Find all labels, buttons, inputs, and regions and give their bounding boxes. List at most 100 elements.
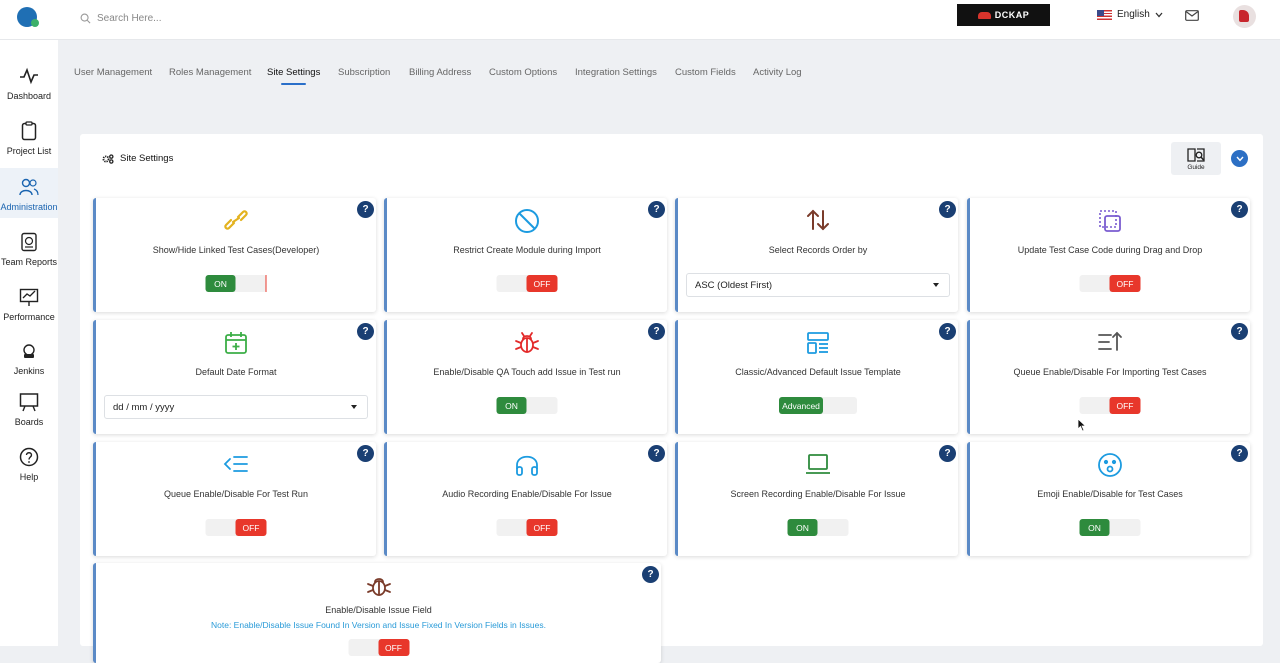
bug-outline-icon bbox=[366, 578, 391, 596]
guide-button[interactable]: Guide bbox=[1171, 142, 1221, 175]
tab-site-settings[interactable]: Site Settings bbox=[267, 67, 320, 85]
setting-toggle[interactable]: Advanced bbox=[779, 397, 857, 414]
setting-card-screen-recording: ? Screen Recording Enable/Disable For Is… bbox=[675, 442, 958, 556]
setting-toggle[interactable]: ON bbox=[787, 519, 849, 536]
setting-label: Restrict Create Module during Import bbox=[453, 245, 601, 255]
top-bar: Search Here... DCKAP English bbox=[0, 0, 1280, 40]
toggle-off-label: OFF bbox=[235, 519, 267, 536]
sidebar-item-label: Administration bbox=[0, 202, 58, 212]
setting-label: Default Date Format bbox=[195, 367, 277, 377]
toggle-on-label: ON bbox=[496, 397, 527, 414]
setting-label: Show/Hide Linked Test Cases(Developer) bbox=[152, 245, 320, 255]
mail-icon[interactable] bbox=[1185, 10, 1199, 21]
setting-card-audio-recording: ? Audio Recording Enable/Disable For Iss… bbox=[384, 442, 667, 556]
setting-toggle[interactable]: OFF bbox=[1079, 275, 1141, 292]
setting-card-restrict-module: ? Restrict Create Module during Import O… bbox=[384, 198, 667, 312]
toggle-on-label: ON bbox=[205, 275, 236, 292]
setting-label: Audio Recording Enable/Disable For Issue bbox=[442, 489, 612, 499]
tab-integration-settings[interactable]: Integration Settings bbox=[575, 67, 657, 78]
setting-toggle[interactable]: OFF bbox=[348, 639, 409, 656]
setting-card-update-code-drag: ? Update Test Case Code during Drag and … bbox=[967, 198, 1250, 312]
caret-down-icon bbox=[351, 405, 357, 409]
sidebar-item-team-reports[interactable]: Team Reports bbox=[0, 231, 58, 279]
language-selector[interactable]: English bbox=[1097, 9, 1163, 20]
toggle-off-label: OFF bbox=[1109, 397, 1141, 414]
chevron-down-icon bbox=[1155, 12, 1163, 17]
help-icon bbox=[19, 447, 39, 467]
bug-icon bbox=[515, 332, 539, 353]
toggle-on-label: ON bbox=[787, 519, 818, 536]
search-icon bbox=[80, 13, 91, 23]
toggle-on-label: Advanced bbox=[779, 397, 823, 414]
chevron-down-icon bbox=[1235, 156, 1244, 161]
app-logo[interactable] bbox=[17, 7, 39, 27]
sidebar-item-label: Project List bbox=[6, 146, 52, 156]
caret-down-icon bbox=[933, 283, 939, 287]
avatar[interactable] bbox=[1233, 5, 1256, 28]
toggle-off-label: OFF bbox=[526, 275, 558, 292]
sidebar-item-label: Performance bbox=[3, 312, 55, 322]
car-icon bbox=[977, 11, 991, 19]
toggle-off-label: OFF bbox=[378, 639, 409, 656]
jenkins-icon bbox=[23, 344, 35, 358]
tab-user-management[interactable]: User Management bbox=[74, 67, 152, 78]
setting-card-emoji: ? Emoji Enable/Disable for Test Cases ON bbox=[967, 442, 1250, 556]
setting-label: Enable/Disable Issue Field bbox=[325, 605, 432, 615]
collapse-toggle[interactable] bbox=[1231, 150, 1248, 167]
brand-label: DCKAP bbox=[994, 10, 1030, 20]
us-flag-icon bbox=[1097, 9, 1112, 20]
setting-toggle[interactable]: ON bbox=[496, 397, 558, 414]
block-icon bbox=[515, 209, 539, 233]
setting-card-queue-test-run: ? Queue Enable/Disable For Test Run OFF bbox=[93, 442, 376, 556]
tab-subscription[interactable]: Subscription bbox=[338, 67, 390, 78]
board-icon bbox=[19, 393, 39, 412]
setting-toggle[interactable]: OFF bbox=[496, 519, 558, 536]
tab-custom-fields[interactable]: Custom Fields bbox=[675, 67, 736, 78]
toggle-off-label: OFF bbox=[526, 519, 558, 536]
sidebar-item-dashboard[interactable]: Dashboard bbox=[0, 65, 58, 113]
sidebar-item-help[interactable]: Help bbox=[0, 446, 58, 494]
records-order-select[interactable]: ASC (Oldest First) bbox=[686, 273, 950, 297]
queue-run-icon bbox=[223, 456, 248, 472]
setting-label: Update Test Case Code during Drag and Dr… bbox=[1017, 245, 1203, 255]
setting-card-linked-test-cases: ? Show/Hide Linked Test Cases(Developer)… bbox=[93, 198, 376, 312]
sidebar-item-boards[interactable]: Boards bbox=[0, 391, 58, 439]
chart-icon bbox=[19, 288, 39, 306]
tab-activity-log[interactable]: Activity Log bbox=[753, 67, 802, 78]
sidebar-item-label: Dashboard bbox=[6, 91, 52, 101]
book-search-icon bbox=[1187, 147, 1205, 162]
setting-toggle[interactable]: OFF bbox=[496, 275, 558, 292]
setting-card-date-format: ? Default Date Format dd / mm / yyyy bbox=[93, 320, 376, 434]
sidebar-item-administration[interactable]: Administration bbox=[0, 168, 58, 218]
sidebar-item-label: Boards bbox=[14, 417, 44, 427]
language-label: English bbox=[1117, 9, 1150, 20]
sidebar-item-project-list[interactable]: Project List bbox=[0, 120, 58, 168]
report-icon bbox=[21, 232, 37, 252]
setting-label: Enable/Disable QA Touch add Issue in Tes… bbox=[433, 367, 621, 377]
date-format-select[interactable]: dd / mm / yyyy bbox=[104, 395, 368, 419]
gears-icon bbox=[102, 153, 114, 164]
activity-icon bbox=[20, 67, 38, 85]
sort-icon bbox=[807, 209, 829, 231]
panel-title: Site Settings bbox=[120, 153, 174, 164]
tab-roles-management[interactable]: Roles Management bbox=[169, 67, 251, 78]
calendar-icon bbox=[225, 332, 247, 354]
search-placeholder: Search Here... bbox=[97, 12, 162, 24]
tab-custom-options[interactable]: Custom Options bbox=[489, 67, 557, 78]
setting-toggle[interactable]: OFF bbox=[1079, 397, 1141, 414]
panel-header: Site Settings bbox=[102, 153, 173, 164]
queue-import-icon bbox=[1098, 331, 1122, 351]
search-box[interactable]: Search Here... bbox=[80, 9, 161, 27]
setting-toggle[interactable]: ON bbox=[205, 275, 267, 292]
tab-billing-address[interactable]: Billing Address bbox=[409, 67, 471, 78]
brand-banner[interactable]: DCKAP bbox=[957, 4, 1050, 26]
setting-toggle[interactable]: ON bbox=[1079, 519, 1141, 536]
sidebar-item-label: Jenkins bbox=[13, 366, 45, 376]
toggle-on-label: ON bbox=[1079, 519, 1110, 536]
sidebar-item-performance[interactable]: Performance bbox=[0, 286, 58, 334]
drag-icon bbox=[1099, 210, 1121, 232]
guide-label: Guide bbox=[1187, 163, 1205, 171]
setting-toggle[interactable]: OFF bbox=[205, 519, 267, 536]
mouse-cursor-icon bbox=[1077, 418, 1087, 432]
sidebar-item-jenkins[interactable]: Jenkins bbox=[0, 340, 58, 388]
